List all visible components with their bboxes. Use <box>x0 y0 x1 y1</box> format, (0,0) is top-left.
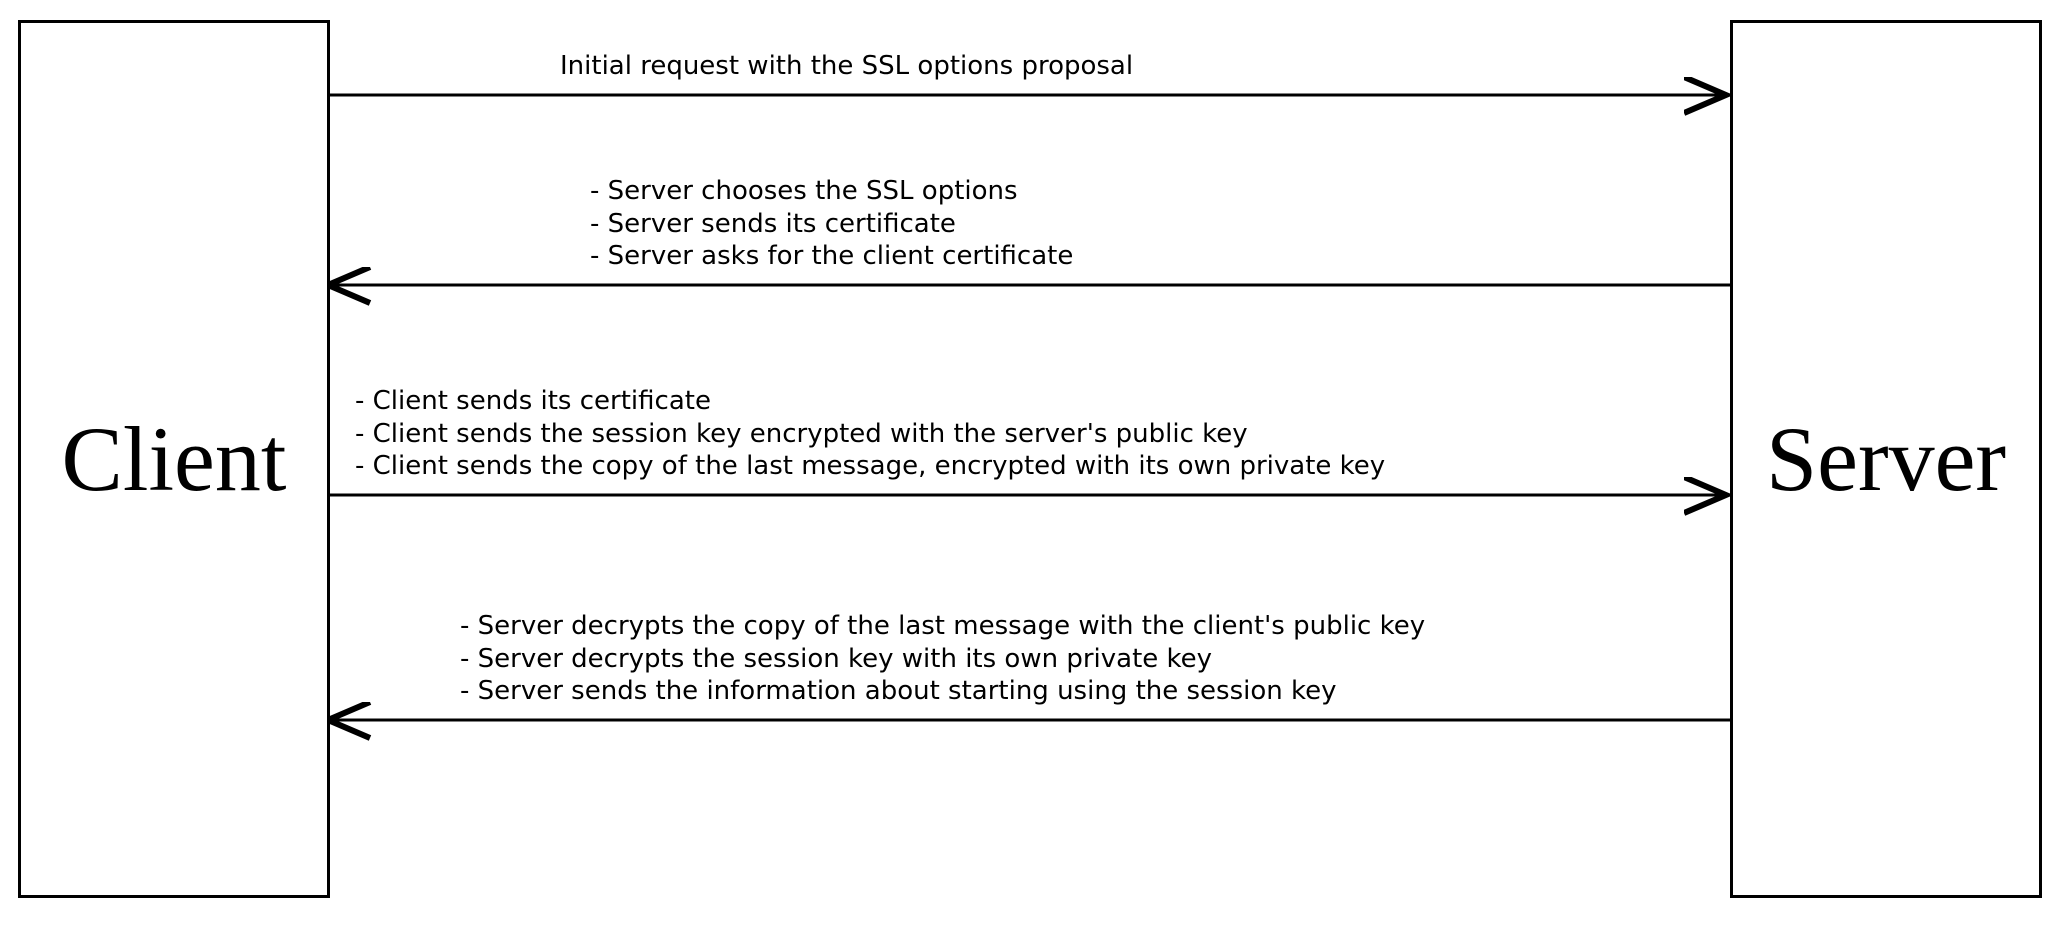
label-m1: Initial request with the SSL options pro… <box>560 50 1133 83</box>
label-m3-line-1: - Client sends the session key encrypted… <box>355 418 1385 451</box>
label-m3-line-2: - Client sends the copy of the last mess… <box>355 450 1385 483</box>
label-m3-line-0: - Client sends its certificate <box>355 385 1385 418</box>
label-m4-line-0: - Server decrypts the copy of the last m… <box>460 610 1425 643</box>
label-m2-line-1: - Server sends its certificate <box>590 208 1073 241</box>
client-box: Client <box>18 20 330 898</box>
label-m2: - Server chooses the SSL options - Serve… <box>590 175 1073 273</box>
server-label: Server <box>1766 406 2006 512</box>
label-m4-line-1: - Server decrypts the session key with i… <box>460 643 1425 676</box>
label-m2-line-0: - Server chooses the SSL options <box>590 175 1073 208</box>
client-label: Client <box>62 406 287 512</box>
label-m4-line-2: - Server sends the information about sta… <box>460 675 1425 708</box>
server-box: Server <box>1730 20 2042 898</box>
label-m1-line-0: Initial request with the SSL options pro… <box>560 50 1133 83</box>
label-m4: - Server decrypts the copy of the last m… <box>460 610 1425 708</box>
label-m3: - Client sends its certificate - Client … <box>355 385 1385 483</box>
label-m2-line-2: - Server asks for the client certificate <box>590 240 1073 273</box>
